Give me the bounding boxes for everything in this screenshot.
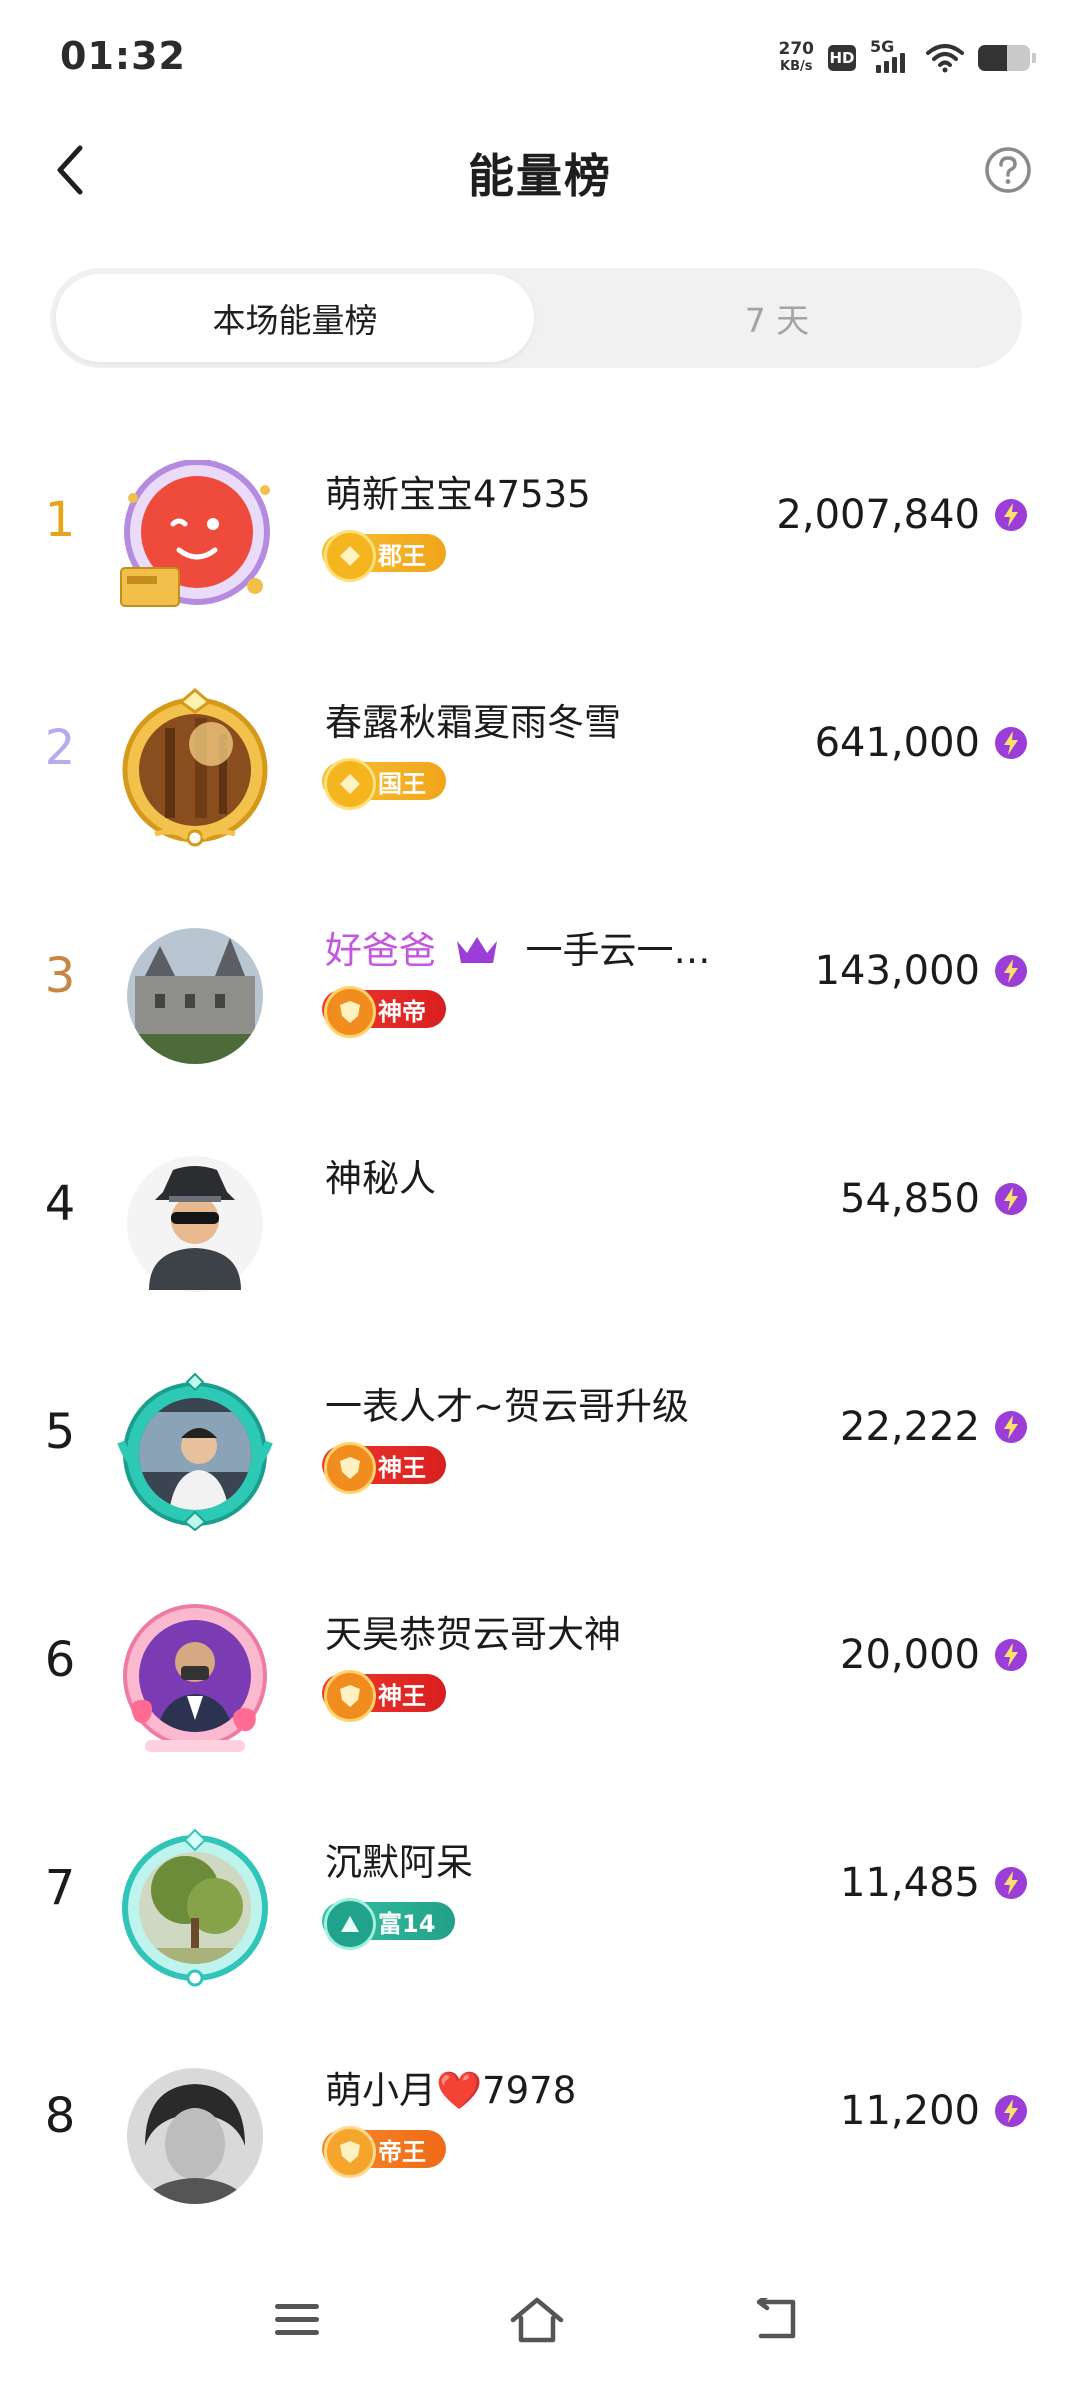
nav-home-button[interactable] bbox=[502, 2290, 572, 2350]
badge-label: 郡王 bbox=[378, 541, 426, 570]
home-icon bbox=[510, 2297, 564, 2343]
energy-score: 2,007,840 bbox=[776, 492, 980, 538]
lightning-icon bbox=[995, 1639, 1027, 1671]
avatar[interactable] bbox=[115, 1600, 275, 1760]
shield-emblem-icon bbox=[324, 1442, 376, 1494]
tab-current-session[interactable]: 本场能量榜 bbox=[56, 274, 534, 362]
nav-back-button[interactable] bbox=[742, 2290, 812, 2350]
hd-icon: HD bbox=[828, 45, 856, 71]
user-name: 神秘人 bbox=[325, 1157, 436, 1200]
user-name: 春露秋霜夏雨冬雪 bbox=[325, 701, 621, 744]
signal-label: 5G bbox=[870, 37, 895, 56]
system-nav-bar bbox=[0, 2270, 1080, 2370]
battery-icon bbox=[978, 45, 1036, 71]
ranking-row[interactable]: 6 天昊恭贺云哥大神 神王 20,000 bbox=[0, 1580, 1080, 1780]
page-header: 能量榜 bbox=[0, 120, 1080, 220]
rank-number: 2 bbox=[44, 720, 76, 776]
help-button[interactable] bbox=[976, 138, 1040, 202]
ranking-row[interactable]: 1 萌新宝宝47535 郡王 2,007,840 bbox=[0, 440, 1080, 640]
ranking-row[interactable]: 8 萌小月❤️7978 帝王 11,200 bbox=[0, 2036, 1080, 2236]
user-name: 一表人才~贺云哥升级 bbox=[325, 1385, 690, 1428]
ranking-tabs: 本场能量榜 7 天 bbox=[50, 268, 1022, 368]
rank-number: 8 bbox=[44, 2088, 76, 2144]
avatar[interactable] bbox=[115, 916, 275, 1076]
energy-score: 641,000 bbox=[814, 720, 980, 766]
avatar[interactable] bbox=[115, 1828, 275, 1988]
user-name: 一手云一… bbox=[525, 929, 711, 972]
shield-emblem-icon bbox=[324, 986, 376, 1038]
rank-number: 6 bbox=[44, 1632, 76, 1688]
user-name: 天昊恭贺云哥大神 bbox=[325, 1613, 621, 1656]
level-badge: 国王 bbox=[322, 758, 446, 810]
avatar[interactable] bbox=[115, 460, 275, 620]
rank-number: 3 bbox=[44, 948, 76, 1004]
energy-score: 22,222 bbox=[840, 1404, 980, 1450]
lightning-icon bbox=[995, 499, 1027, 531]
triangle-emblem-icon bbox=[324, 1898, 376, 1950]
shield-emblem-icon bbox=[324, 2126, 376, 2178]
level-badge: 神王 bbox=[322, 1670, 446, 1722]
level-badge: 郡王 bbox=[322, 530, 446, 582]
rank-number: 7 bbox=[44, 1860, 76, 1916]
signal-5g-icon: 5G bbox=[870, 37, 912, 75]
badge-label: 帝王 bbox=[378, 2137, 426, 2166]
rank-number: 4 bbox=[44, 1176, 76, 1232]
badge-label: 富14 bbox=[378, 1909, 436, 1938]
ranking-row[interactable]: 2 春露秋霜夏雨冬雪 国王 641,000 bbox=[0, 668, 1080, 868]
badge-label: 神王 bbox=[378, 1453, 426, 1482]
page-title: 能量榜 bbox=[468, 149, 612, 203]
badge-label: 国王 bbox=[378, 769, 426, 798]
diamond-emblem-icon bbox=[324, 530, 376, 582]
question-circle-icon bbox=[985, 147, 1031, 193]
lightning-icon bbox=[995, 955, 1027, 987]
status-time: 01:32 bbox=[60, 34, 186, 78]
energy-score: 143,000 bbox=[814, 948, 980, 994]
avatar[interactable] bbox=[115, 688, 275, 848]
network-speed: 270 KB/s bbox=[779, 41, 815, 75]
back-arrow-icon bbox=[756, 2298, 796, 2339]
user-name: 萌小月❤️7978 bbox=[325, 2069, 577, 2112]
status-icons: 270 KB/s HD 5G bbox=[779, 36, 1036, 80]
diamond-emblem-icon bbox=[324, 758, 376, 810]
badge-label: 神帝 bbox=[378, 997, 426, 1026]
energy-score: 11,200 bbox=[840, 2088, 980, 2134]
avatar[interactable] bbox=[115, 1144, 275, 1304]
level-badge: 神王 bbox=[322, 1442, 446, 1494]
rank-number: 5 bbox=[44, 1404, 76, 1460]
ranking-row[interactable]: 4 神秘人 54,850 bbox=[0, 1124, 1080, 1324]
energy-score: 11,485 bbox=[840, 1860, 980, 1906]
lightning-icon bbox=[995, 2095, 1027, 2127]
wifi-icon bbox=[926, 44, 964, 73]
level-badge: 神帝 bbox=[322, 986, 446, 1038]
crown-icon bbox=[456, 937, 497, 963]
network-speed-value: 270 bbox=[778, 39, 815, 59]
menu-icon bbox=[275, 2304, 319, 2335]
nav-menu-button[interactable] bbox=[262, 2290, 332, 2350]
user-name-group: 好爸爸 一手云一… bbox=[325, 920, 711, 974]
ranking-row[interactable]: 7 沉默阿呆 富14 11,485 bbox=[0, 1808, 1080, 2008]
lightning-icon bbox=[995, 1183, 1027, 1215]
shield-emblem-icon bbox=[324, 1670, 376, 1722]
avatar[interactable] bbox=[115, 1372, 275, 1532]
user-nickname: 好爸爸 bbox=[325, 929, 436, 972]
status-bar: 01:32 270 KB/s HD 5G bbox=[0, 0, 1080, 110]
energy-score: 54,850 bbox=[840, 1176, 980, 1222]
lightning-icon bbox=[995, 1867, 1027, 1899]
level-badge: 富14 bbox=[322, 1898, 456, 1950]
avatar[interactable] bbox=[115, 2056, 275, 2216]
tab-7-days[interactable]: 7 天 bbox=[538, 274, 1016, 362]
ranking-row[interactable]: 5 一表人才~贺云哥升级 神王 22,222 bbox=[0, 1352, 1080, 1552]
rank-number: 1 bbox=[44, 492, 76, 548]
ranking-row[interactable]: 3 好爸爸 一手云一… 神帝 143,000 bbox=[0, 896, 1080, 1096]
lightning-icon bbox=[995, 1411, 1027, 1443]
user-name: 沉默阿呆 bbox=[325, 1841, 473, 1884]
energy-score: 20,000 bbox=[840, 1632, 980, 1678]
network-speed-unit: KB/s bbox=[780, 59, 813, 74]
lightning-icon bbox=[995, 727, 1027, 759]
level-badge: 帝王 bbox=[322, 2126, 446, 2178]
badge-label: 神王 bbox=[378, 1681, 426, 1710]
user-name: 萌新宝宝47535 bbox=[325, 473, 591, 516]
